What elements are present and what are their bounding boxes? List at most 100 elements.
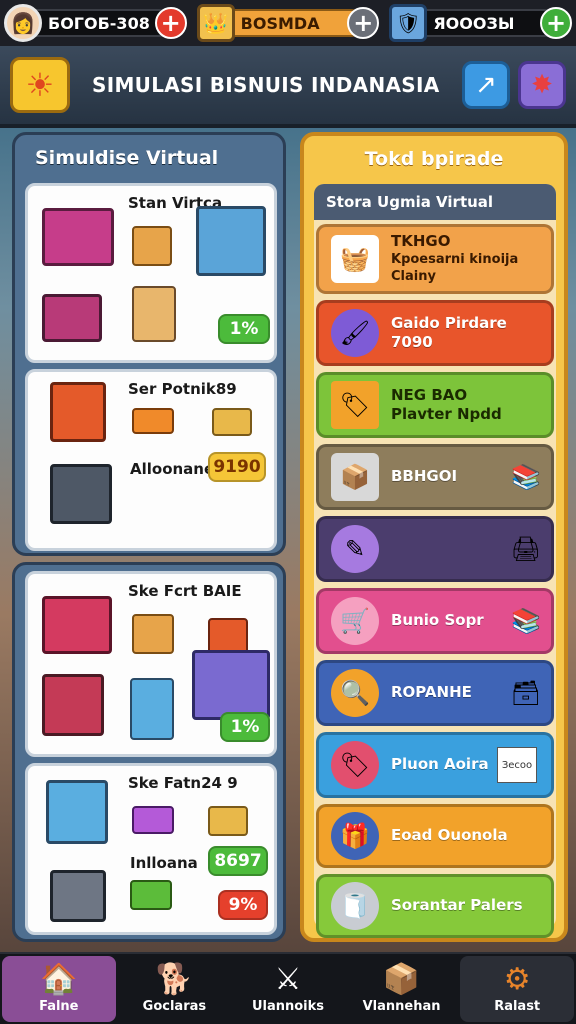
cart-stand-icon [46,780,108,844]
product-box-icon [50,382,106,442]
basket-stand-icon [42,674,104,736]
edit-icon: ✎ [331,525,379,573]
resource-bar: 👩 БОГОБ-308 + 👑 BOSMDA + 🛡 ЯОООЗЫ + [0,0,576,46]
brush-icon: 🖌 [331,309,379,357]
king-avatar-icon: 👑 [196,4,235,42]
nav-ulannoiks[interactable]: ⚔ Ulannoiks [231,954,345,1024]
sun-icon[interactable]: ☀ [10,57,70,113]
shop-item-gaido[interactable]: 🖌 Gaido Pirdare 7090 [316,300,554,366]
shop-item-bunio[interactable]: 🛒 Bunio Sopr 📚 [316,588,554,654]
resource-value: BOSMDA [240,13,320,33]
resource-coins: 👩 БОГОБ-308 + [4,4,187,42]
nav-label: Falne [39,998,79,1014]
package-icon [208,806,248,836]
stack-icon: 📚 [511,607,541,635]
label-icon: 🏷 [331,741,379,789]
price-badge: 8697 [208,846,268,876]
shop-item-title: Gaido Pirdare [391,313,507,332]
kiosk-icon [192,650,270,720]
store-card[interactable]: Ser Potnik89 Alloonane 9190 [25,369,277,551]
shop-item-desc: Clainy [391,268,436,284]
resource-value: БОГОБ-308 [48,13,150,33]
shop-item-desc: 7090 [391,333,433,351]
shop-item-title: TKHGO [391,232,451,251]
add-gems-button[interactable]: + [540,7,573,39]
nav-home[interactable]: 🏠 Falne [2,956,116,1022]
shop-item-title: ROPANHE [391,683,472,702]
shop-item-text: ROPANHE [391,683,472,703]
card-title: Ske Fatn24 9 [128,774,238,792]
store-header: Stora Ugmia Virtual [314,184,556,220]
panel-bottom: Ske Fcrt BAIE 1% Ske Fatn24 9 Inlloana 8… [12,562,286,942]
crate-icon [132,286,176,342]
resource-crowns: 👑 BOSMDA + [196,4,380,42]
shop-item-text: Gaido Pirdare 7090 [391,314,507,353]
shop-item-eoad[interactable]: 🎁 Eoad Ouonola [316,804,554,868]
nav-label: Ralast [494,998,541,1014]
shop-item-text: Eoad Ouonola [391,826,508,846]
add-crowns-button[interactable]: + [347,7,380,39]
nav-vlannehan[interactable]: 📦 Vlannehan [345,954,459,1024]
package-icon [212,408,252,436]
shop-item-tkhgo[interactable]: 🧺 TKHGO Kpoesarni kinoija Clainy [316,224,554,294]
box-icon [132,226,172,266]
package-icon [132,806,174,834]
stack-icon: 📦 [331,453,379,501]
shop-item-text: Bunio Sopr [391,611,484,631]
shop-item-text: Pluon Aoira [391,755,489,775]
cart-icon: 🛒 [331,597,379,645]
shop-item-locked[interactable]: ✎ 🖨 [316,516,554,582]
settings-button[interactable]: ✸ [518,61,566,109]
virtual-store: Stora Ugmia Virtual 🧺 TKHGO Kpoesarni ki… [314,184,556,938]
card-title: Ser Potnik89 [128,380,237,398]
tape-icon: 🧻 [331,882,379,930]
cart-stand-icon [196,206,266,276]
add-coins-button[interactable]: + [154,7,187,39]
card-subtitle: Alloonane [130,460,215,478]
card-subtitle: Inlloana [130,854,198,872]
shop-item-text: Sorantar Palers [391,896,523,916]
shop-item-neg[interactable]: 🏷 NEG BAO Plavter Npdd [316,372,554,438]
title-bar: ☀ SIMULASI BISNUIS INDANASIA ↗ ✸ [0,46,576,128]
shop-item-sorantar[interactable]: 🧻 Sorantar Palers [316,874,554,938]
store-card[interactable]: Ske Fatn24 9 Inlloana 8697 9% [25,763,277,935]
resource-value: ЯОООЗЫ [433,13,515,33]
gift-icon: 🎁 [331,812,379,860]
player-avatar[interactable]: 👩 [4,4,42,42]
panel-title: Tokd bpirade [364,148,504,170]
link-button[interactable]: ↗ [462,61,510,109]
plant-box-icon [132,614,174,654]
shop-item-text: BBHGOI [391,467,457,487]
stand-card[interactable]: Stan Virtca 1% [25,183,277,363]
shop-item-title: BBHGOI [391,467,458,486]
bottom-nav: 🏠 Falne 🐕 Goclaras ⚔ Ulannoiks 📦 Vlanneh… [0,952,576,1024]
shop-item-desc: Plavter Npdd [391,405,502,423]
shop-item-bbhgoi[interactable]: 📦 BBHGOI 📚 [316,444,554,510]
basket-icon: 🧺 [331,235,379,283]
percent-badge: 1% [218,314,270,344]
display-bin-icon [42,208,114,266]
shop-item-ropanhe[interactable]: 🔍 ROPANHE 🗃 [316,660,554,726]
nav-goclaras[interactable]: 🐕 Goclaras [118,954,232,1024]
package-icon [132,408,174,434]
card-title: Ske Fcrt BAIE [128,582,242,600]
produce-bin-icon [42,596,112,654]
package-icon [130,880,172,910]
price-tag: Зесоо [497,747,537,783]
percent-badge: 9% [218,890,268,920]
page-title: SIMULASI BISNUIS INDANASIA [92,73,440,97]
price-badge: 9190 [208,452,266,482]
shop-item-title: Eoad Ouonola [391,826,508,845]
virtual-simulation-panel: Simuldise Virtual Stan Virtca 1% Ser Pot… [12,132,286,942]
stack-icon: 📚 [511,463,541,491]
nav-settings[interactable]: ⚙ Ralast [460,956,574,1022]
counter-icon: 🗃 [510,679,541,707]
stand-card[interactable]: Ske Fcrt BAIE 1% [25,571,277,757]
pet-icon: 🐕 [155,961,194,997]
tag-icon: 🏷 [331,381,379,429]
resource-gems: 🛡 ЯОООЗЫ + [389,4,573,42]
nav-label: Goclaras [142,998,207,1014]
crate-icon [130,678,174,740]
trolley-icon [50,870,106,922]
shop-item-pluon[interactable]: 🏷 Pluon Aoira Зесоо [316,732,554,798]
